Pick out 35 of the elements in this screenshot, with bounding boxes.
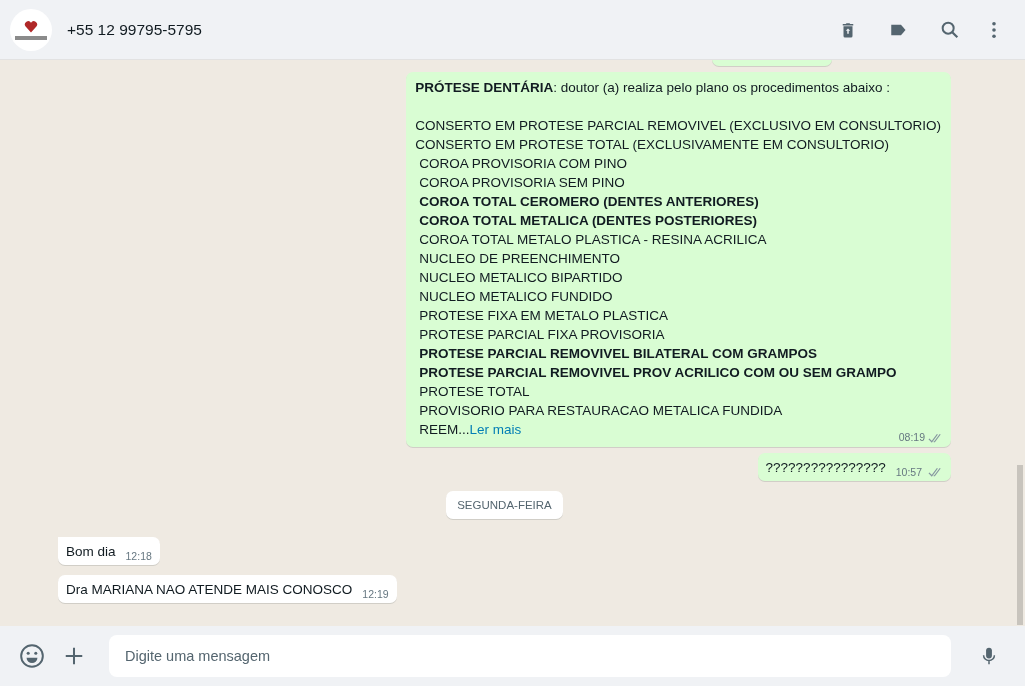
message-text: Bom dia (66, 544, 116, 559)
menu-icon[interactable] (991, 20, 997, 39)
contact-name[interactable]: +55 12 99795-5795 (67, 20, 202, 39)
message-text: ???????????????? (765, 460, 886, 475)
read-more-link[interactable]: Ler mais (469, 422, 522, 437)
message-text: COROA TOTAL METALO PLASTICA - RESINA ACRILICA (418, 231, 768, 249)
message-text: PROTESE PARCIAL REMOVIVEL BILATERAL COM GRAMPOS (418, 345, 818, 363)
message-text: COROA PROVISORIA SEM PINO (418, 174, 626, 192)
message-text: NUCLEO METALICO FUNDIDO (418, 288, 614, 306)
message-text: Dra MARIANA NAO ATENDE MAIS CONOSCO (66, 582, 353, 597)
contact-avatar[interactable] (10, 8, 52, 51)
message-text: COROA PROVISORIA COM PINO (418, 155, 628, 173)
message-text: COROA TOTAL CEROMERO (DENTES ANTERIORES) (418, 193, 760, 211)
message-text: PROTESE FIXA EM METALO PLASTICA (418, 307, 669, 325)
message-text: CONSERTO EM PROTESE TOTAL (EXCLUSIVAMENTE EM CONSULTORIO) (415, 136, 890, 154)
message-text: NUCLEO METALICO BIPARTIDO (418, 269, 624, 287)
message-text: COROA TOTAL METALICA (DENTES POSTERIORES) (418, 212, 758, 230)
message-time: 12:19 (362, 588, 389, 600)
message-time: 08:19 (898, 431, 925, 443)
message-text: PROVISORIO PARA RESTAURACAO METALICA FUNDIDA (418, 402, 784, 420)
message-text: PROTESE PARCIAL FIXA PROVISORIA (418, 326, 666, 344)
message-text: CONSERTO EM PROTESE PARCIAL REMOVIVEL (EXCLUSIVO EM CONSULTORIO) (415, 117, 941, 135)
emoji-icon[interactable] (19, 643, 45, 669)
message-time: 12:18 (125, 550, 152, 562)
heart-logo-icon (24, 19, 38, 34)
plus-icon[interactable] (63, 645, 85, 667)
date-separator: SEGUNDA-FEIRA (446, 491, 563, 519)
message-text: PROTESE TOTAL (418, 383, 531, 401)
message-input[interactable]: Digite uma mensagem (109, 635, 951, 677)
scrollbar-thumb[interactable] (1017, 465, 1023, 625)
message-time: 10:57 (895, 466, 922, 478)
message-text: PROTESE PARCIAL REMOVIVEL PROV ACRILICO COM OU SEM GRAMPO (418, 364, 898, 382)
message-text: NUCLEO DE PREENCHIMENTO (418, 250, 621, 268)
message-text: REEM...Ler mais (418, 421, 522, 439)
message-text: PRÓTESE DENTÁRIA: doutor (a) realiza pelo plano os procedimentos abaixo : (415, 79, 892, 97)
